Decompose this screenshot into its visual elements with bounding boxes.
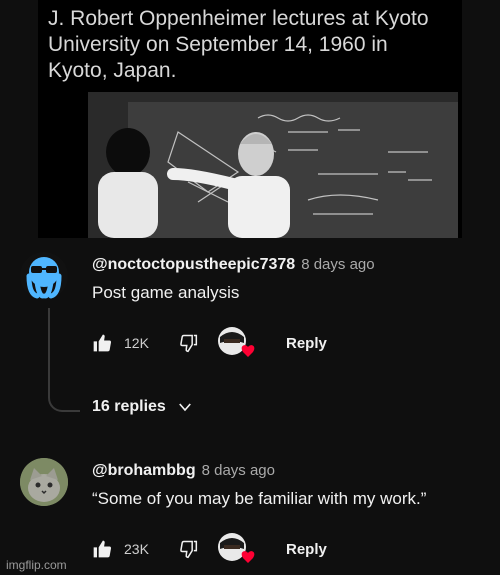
like-count: 12K (124, 335, 149, 351)
dislike-icon[interactable] (178, 333, 198, 353)
watermark: imgflip.com (6, 558, 67, 572)
creator-heart-badge (216, 531, 258, 567)
replies-count-label: 16 replies (92, 398, 166, 415)
like-count: 23K (124, 541, 149, 557)
comment-author[interactable]: @noctoctopustheepic7378 (92, 256, 295, 273)
like-icon[interactable] (92, 539, 112, 559)
creator-heart-badge (216, 325, 258, 361)
dislike-icon[interactable] (178, 539, 198, 559)
like-icon[interactable] (92, 333, 112, 353)
post-caption: J. Robert Oppenheimer lectures at Kyoto … (48, 7, 429, 82)
comment-text: Post game analysis (92, 283, 240, 302)
reply-button[interactable]: Reply (286, 541, 327, 558)
view-replies-button[interactable]: 16 replies (92, 398, 194, 416)
comment-2: @brohambbg 8 days ago “Some of you may be… (92, 462, 426, 509)
comment-text: “Some of you may be familiar with my wor… (92, 489, 427, 508)
reply-button[interactable]: Reply (286, 335, 327, 352)
comment-1-actions: 12K Reply (92, 325, 327, 361)
chevron-down-icon (176, 398, 194, 416)
post-photo (88, 92, 458, 238)
comment-time[interactable]: 8 days ago (301, 256, 374, 273)
comment-author[interactable]: @brohambbg (92, 462, 196, 479)
blue-octopus-avatar-icon[interactable] (20, 252, 68, 300)
comment-2-actions: 23K Reply (92, 531, 327, 567)
comment-time[interactable]: 8 days ago (202, 462, 275, 479)
comment-1: @noctoctopustheepic7378 8 days ago Post g… (92, 256, 375, 303)
thread-connector-line (48, 308, 80, 412)
cat-avatar-icon[interactable] (20, 458, 68, 506)
